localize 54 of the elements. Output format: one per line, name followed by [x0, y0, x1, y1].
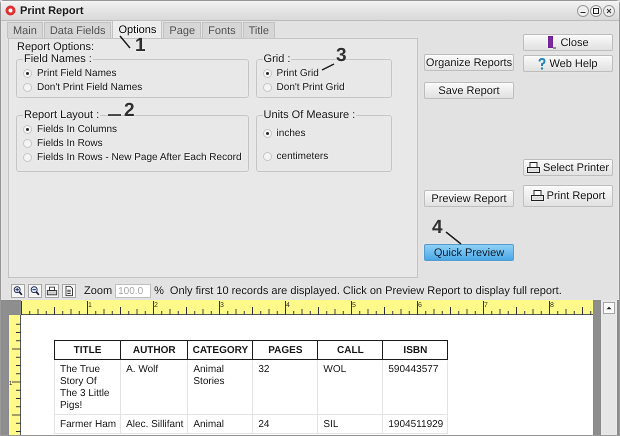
column-header: AUTHOR: [120, 340, 188, 360]
radio-label: centimeters: [276, 151, 328, 162]
group-title: Report Layout :: [23, 109, 100, 121]
table-cell: Alec. Sillifant: [120, 414, 188, 434]
button[interactable]: Web Help: [523, 55, 613, 72]
tab[interactable]: Page: [163, 22, 202, 38]
group-title: Units Of Measure :: [262, 109, 356, 121]
tab[interactable]: Fonts: [202, 22, 242, 38]
column-header: TITLE: [54, 340, 121, 360]
radio-label: Fields In Columns: [37, 124, 118, 134]
annotation-number: 3: [336, 46, 347, 66]
table-cell: WOL: [318, 360, 383, 414]
tab[interactable]: Title: [242, 22, 275, 38]
window-title: Print Report: [20, 4, 85, 16]
radio-label: Don't Print Grid: [276, 82, 345, 92]
primary-button[interactable]: Quick Preview: [424, 244, 514, 261]
group-title: Field Names :: [23, 53, 93, 65]
radio-label: Don't Print Field Names: [37, 82, 142, 92]
button[interactable]: Print Report: [523, 185, 613, 207]
table-cell: Animal: [188, 414, 253, 434]
button[interactable]: Save Report: [424, 82, 514, 99]
radio-label: Fields In Rows: [37, 138, 103, 148]
table-cell: 1904511929: [382, 414, 448, 434]
radio-label: inches: [276, 128, 306, 139]
info-message: Only first 10 records are displayed. Click on Preview Report to display full report.: [170, 285, 562, 297]
column-header: CALL: [318, 340, 383, 360]
tab[interactable]: Options: [112, 20, 162, 38]
table-cell: SIL: [318, 414, 383, 434]
table-cell: A. Wolf: [120, 360, 188, 414]
column-header: PAGES: [252, 340, 318, 360]
radio-label: Print Grid: [276, 68, 319, 78]
table-cell: The True Story Of The 3 Little Pigs!: [54, 360, 121, 414]
column-header: ISBN: [382, 340, 448, 360]
table-cell: 590443577: [382, 360, 448, 414]
table-cell: Animal Stories: [188, 360, 253, 414]
table-cell: 24: [252, 414, 318, 434]
panel-title: Report Options:: [17, 41, 94, 53]
radio-label: Print Field Names: [37, 68, 116, 78]
column-header: CATEGORY: [188, 340, 253, 360]
table-cell: Farmer Ham: [54, 414, 121, 434]
zoom-label: Zoom: [84, 285, 112, 297]
percent-label: %: [154, 285, 164, 297]
annotation-number: 2: [124, 101, 135, 121]
annotation-number: 1: [135, 36, 146, 56]
annotation-number: 4: [432, 218, 443, 238]
group-title: Grid :: [262, 53, 292, 65]
table-cell: 32: [252, 360, 318, 414]
tab[interactable]: Data Fields: [44, 22, 112, 38]
tab[interactable]: Main: [7, 22, 43, 38]
button[interactable]: Organize Reports: [424, 54, 514, 71]
radio-label: Fields In Rows - New Page After Each Record: [37, 152, 242, 162]
button[interactable]: Close: [523, 34, 613, 51]
button[interactable]: Preview Report: [424, 190, 514, 207]
button[interactable]: Select Printer: [523, 159, 613, 176]
